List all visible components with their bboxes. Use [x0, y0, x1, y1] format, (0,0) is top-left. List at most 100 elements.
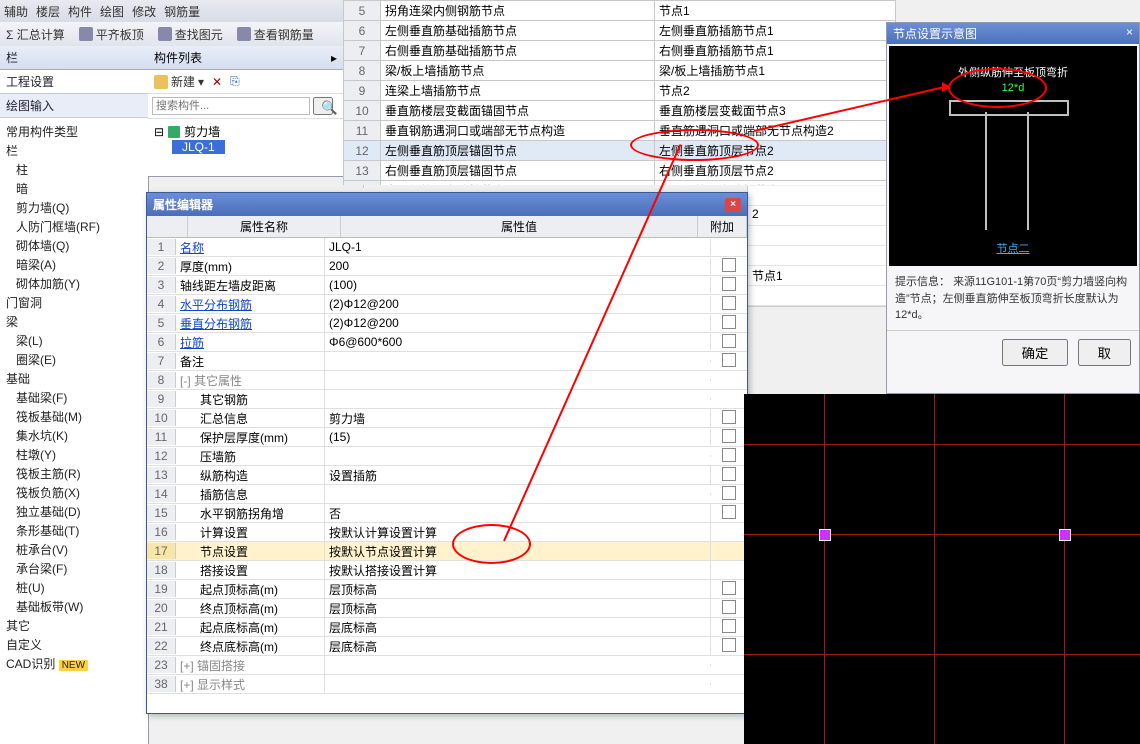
- checkbox[interactable]: [722, 448, 736, 462]
- prop-row[interactable]: 15水平钢筋拐角增否: [147, 504, 747, 523]
- prop-row[interactable]: 4水平分布钢筋(2)Φ12@200: [147, 295, 747, 314]
- checkbox[interactable]: [722, 410, 736, 424]
- grid-node[interactable]: [1059, 529, 1071, 541]
- prop-row[interactable]: 13纵筋构造设置插筋: [147, 466, 747, 485]
- tree-node[interactable]: 暗: [2, 179, 146, 198]
- prop-row[interactable]: 1名称JLQ-1: [147, 238, 747, 257]
- prop-row[interactable]: 14插筋信息: [147, 485, 747, 504]
- table-row[interactable]: 8梁/板上墙插筋节点梁/板上墙插筋节点1: [344, 61, 896, 81]
- table-row[interactable]: 5拐角连梁内侧钢筋节点节点1: [344, 1, 896, 21]
- tree-node[interactable]: 筏板主筋(R): [2, 464, 146, 483]
- table-row[interactable]: 6左侧垂直筋基础插筋节点左侧垂直筋插筋节点1: [344, 21, 896, 41]
- prop-row[interactable]: 5垂直分布钢筋(2)Φ12@200: [147, 314, 747, 333]
- tree-node[interactable]: 砌体墙(Q): [2, 236, 146, 255]
- checkbox[interactable]: [722, 467, 736, 481]
- table-row[interactable]: 10垂直筋楼层变截面锚固节点垂直筋楼层变截面节点3: [344, 101, 896, 121]
- tree-node[interactable]: 人防门框墙(RF): [2, 217, 146, 236]
- prop-row[interactable]: 16计算设置按默认计算设置计算: [147, 523, 747, 542]
- tree-node[interactable]: 剪力墙(Q): [2, 198, 146, 217]
- checkbox[interactable]: [722, 258, 736, 272]
- table-row[interactable]: 13右侧垂直筋顶层锚固节点右侧垂直筋顶层节点2: [344, 161, 896, 181]
- checkbox[interactable]: [722, 296, 736, 310]
- menu-item[interactable]: 辅助: [4, 3, 28, 20]
- tree-node[interactable]: 筏板负筋(X): [2, 483, 146, 502]
- tree-node[interactable]: 自定义: [2, 635, 146, 654]
- table-row[interactable]: 14水平钢筋丁字暗柱节点水平钢筋丁字暗柱节点1: [344, 181, 896, 186]
- checkbox[interactable]: [722, 315, 736, 329]
- tree-node[interactable]: 柱墩(Y): [2, 445, 146, 464]
- prop-row[interactable]: 3轴线距左墙皮距离(100): [147, 276, 747, 295]
- tree-node[interactable]: 砌体加筋(Y): [2, 274, 146, 293]
- prop-row[interactable]: 7备注: [147, 352, 747, 371]
- checkbox[interactable]: [722, 277, 736, 291]
- table-row[interactable]: 7右侧垂直筋基础插筋节点右侧垂直筋插筋节点1: [344, 41, 896, 61]
- tree-node[interactable]: CAD识别 NEW: [2, 654, 146, 673]
- search-input[interactable]: [152, 97, 310, 115]
- tree-node[interactable]: 暗梁(A): [2, 255, 146, 274]
- prop-row[interactable]: 17节点设置按默认节点设置计算: [147, 542, 747, 561]
- tree-node[interactable]: 梁(L): [2, 331, 146, 350]
- prop-row[interactable]: 20终点顶标高(m)层顶标高: [147, 599, 747, 618]
- draw-input[interactable]: 绘图输入: [0, 94, 148, 118]
- eng-settings[interactable]: 工程设置: [0, 70, 148, 94]
- toolbtn[interactable]: 平齐板顶: [79, 26, 144, 43]
- checkbox[interactable]: [722, 486, 736, 500]
- tree-node[interactable]: 桩(U): [2, 578, 146, 597]
- checkbox[interactable]: [722, 619, 736, 633]
- prop-row[interactable]: 6拉筋Φ6@600*600: [147, 333, 747, 352]
- prop-row[interactable]: 19起点顶标高(m)层顶标高: [147, 580, 747, 599]
- menu-item[interactable]: 楼层: [36, 3, 60, 20]
- checkbox[interactable]: [722, 505, 736, 519]
- node-link[interactable]: 节点二: [889, 240, 1137, 256]
- new-button[interactable]: 新建 ▾: [154, 73, 204, 90]
- tree-node[interactable]: 基础板带(W): [2, 597, 146, 616]
- checkbox[interactable]: [722, 429, 736, 443]
- tree-node[interactable]: 门窗洞: [2, 293, 146, 312]
- tree-node[interactable]: 独立基础(D): [2, 502, 146, 521]
- prop-row[interactable]: 23[+] 锚固搭接: [147, 656, 747, 675]
- prop-row[interactable]: 38[+] 显示样式: [147, 675, 747, 694]
- prop-row[interactable]: 18搭接设置按默认搭接设置计算: [147, 561, 747, 580]
- tree-node[interactable]: 其它: [2, 616, 146, 635]
- table-row[interactable]: 9连梁上墙插筋节点节点2: [344, 81, 896, 101]
- search-button[interactable]: 🔍: [313, 97, 333, 115]
- tree-node[interactable]: 基础梁(F): [2, 388, 146, 407]
- grid-node[interactable]: [819, 529, 831, 541]
- close-icon[interactable]: ×: [725, 198, 741, 212]
- prop-row[interactable]: 9其它钢筋: [147, 390, 747, 409]
- prop-row[interactable]: 22终点底标高(m)层底标高: [147, 637, 747, 656]
- checkbox[interactable]: [722, 353, 736, 367]
- toolbtn[interactable]: 查找图元: [158, 26, 223, 43]
- menu-item[interactable]: 修改: [132, 3, 156, 20]
- prop-row[interactable]: 2厚度(mm)200: [147, 257, 747, 276]
- checkbox[interactable]: [722, 638, 736, 652]
- menu-item[interactable]: 绘图: [100, 3, 124, 20]
- checkbox[interactable]: [722, 334, 736, 348]
- tree-node[interactable]: 承台梁(F): [2, 559, 146, 578]
- prop-row[interactable]: 10汇总信息剪力墙: [147, 409, 747, 428]
- delete-icon[interactable]: ✕: [212, 75, 222, 89]
- prop-row[interactable]: 21起点底标高(m)层底标高: [147, 618, 747, 637]
- cad-viewport[interactable]: [744, 394, 1140, 744]
- tree-node[interactable]: 常用构件类型: [2, 122, 146, 141]
- cancel-button[interactable]: 取: [1078, 339, 1131, 366]
- copy-icon[interactable]: ⎘: [230, 74, 240, 89]
- tree-root[interactable]: ⊟剪力墙: [154, 123, 337, 140]
- tree-node[interactable]: 梁: [2, 312, 146, 331]
- prop-row[interactable]: 11保护层厚度(mm)(15): [147, 428, 747, 447]
- close-icon[interactable]: ×: [1126, 25, 1133, 42]
- sum-calc-button[interactable]: Σ 汇总计算: [6, 26, 65, 43]
- menu-item[interactable]: 构件: [68, 3, 92, 20]
- tree-node[interactable]: 圈梁(E): [2, 350, 146, 369]
- jlq-item[interactable]: JLQ-1: [172, 140, 225, 154]
- collapse-icon[interactable]: ▸: [331, 51, 337, 65]
- table-row[interactable]: 12左侧垂直筋顶层锚固节点左侧垂直筋顶层节点2: [344, 141, 896, 161]
- table-row[interactable]: 11垂直钢筋遇洞口或端部无节点构造垂直筋遇洞口或端部无节点构造2: [344, 121, 896, 141]
- tree-node[interactable]: 筏板基础(M): [2, 407, 146, 426]
- tree-node[interactable]: 桩承台(V): [2, 540, 146, 559]
- tree-node[interactable]: 条形基础(T): [2, 521, 146, 540]
- toolbtn[interactable]: 查看钢筋量: [237, 26, 314, 43]
- menu-item[interactable]: 钢筋量: [164, 3, 200, 20]
- ok-button[interactable]: 确定: [1002, 339, 1069, 366]
- checkbox[interactable]: [722, 600, 736, 614]
